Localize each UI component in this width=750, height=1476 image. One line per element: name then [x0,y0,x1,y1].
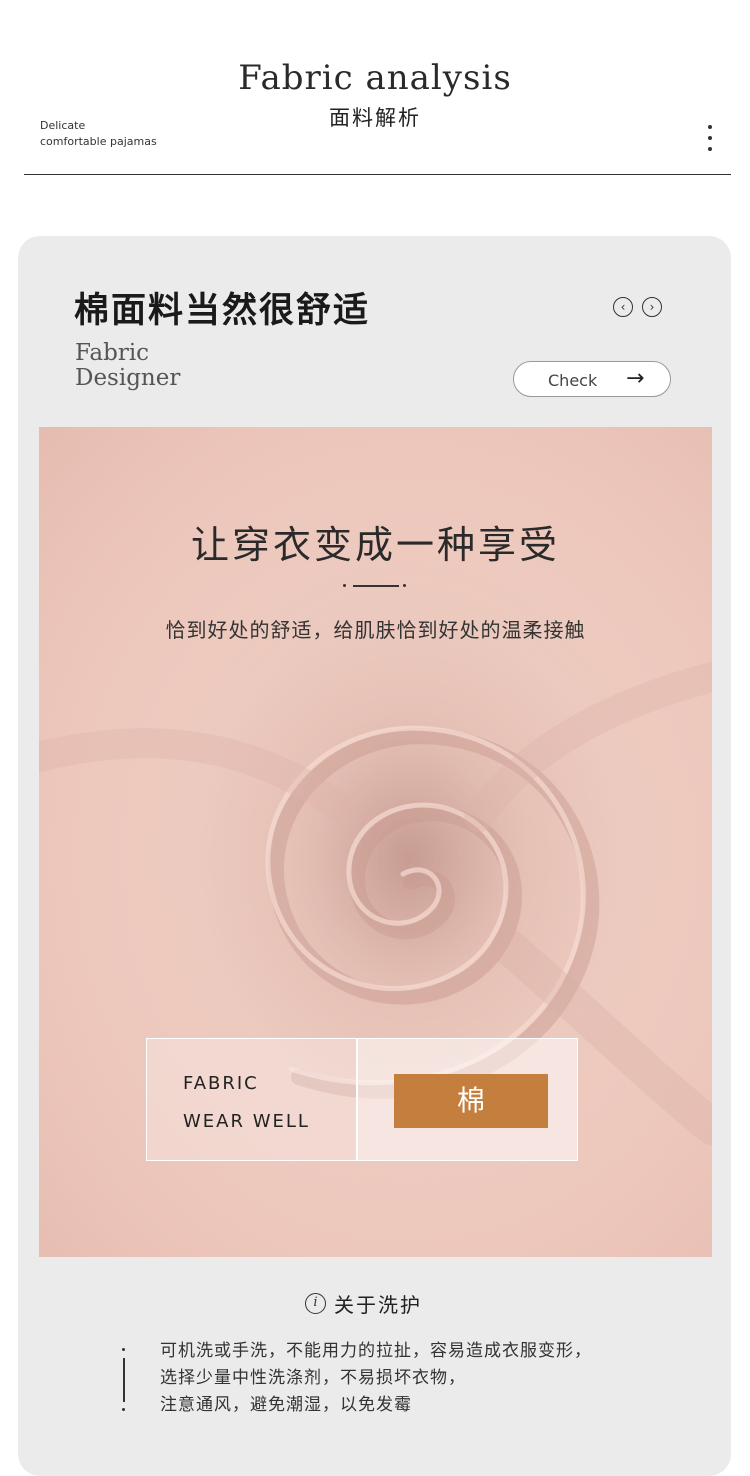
fabric-headline: 让穿衣变成一种享受 [190,523,560,567]
more-menu-icon[interactable] [703,125,717,157]
tagline-line1: Delicate [40,119,86,132]
care-title: 关于洗护 [334,1292,422,1317]
designer-line1: Fabric [75,340,150,366]
fabric-description: 恰到好处的舒适，给肌肤恰到好处的温柔接触 [165,618,586,642]
page-title: Fabric analysis [238,58,512,98]
tagline: Delicate comfortable pajamas [40,118,157,150]
next-arrow-icon[interactable]: › [642,297,662,317]
material-badge: 棉 [394,1074,548,1128]
info-box-separator [356,1039,358,1160]
headline-divider [343,582,409,590]
tagline-line2: comfortable pajamas [40,135,157,148]
arrow-right-icon: → [626,366,645,391]
prev-arrow-icon[interactable]: ‹ [613,297,633,317]
designer-line2: Designer [75,365,181,391]
check-button-label: Check [548,371,598,390]
fabric-image: 让穿衣变成一种享受 恰到好处的舒适，给肌肤恰到好处的温柔接触 FABRIC WE… [39,427,712,1257]
info-icon: i [305,1292,326,1314]
card-title: 棉面料当然很舒适 [74,291,371,331]
care-side-mark [121,1348,127,1412]
care-heading: i 关于洗护 [305,1290,422,1317]
care-line: 可机洗或手洗，不能用力的拉扯，容易造成衣服变形， [160,1341,592,1361]
care-line: 注意通风，避免潮湿，以免发霉 [160,1395,412,1415]
designer-label: Fabric Designer [75,341,180,391]
care-line: 选择少量中性洗涤剂，不易损坏衣物， [160,1368,466,1388]
info-label-wear-well: WEAR WELL [183,1111,310,1132]
header-divider [24,174,731,175]
fabric-info-box: FABRIC WEAR WELL 棉 [146,1038,578,1161]
care-instructions: 可机洗或手洗，不能用力的拉扯，容易造成衣服变形， 选择少量中性洗涤剂，不易损坏衣… [160,1338,592,1419]
info-label-fabric: FABRIC [183,1073,259,1094]
check-button[interactable]: Check → [513,361,671,397]
